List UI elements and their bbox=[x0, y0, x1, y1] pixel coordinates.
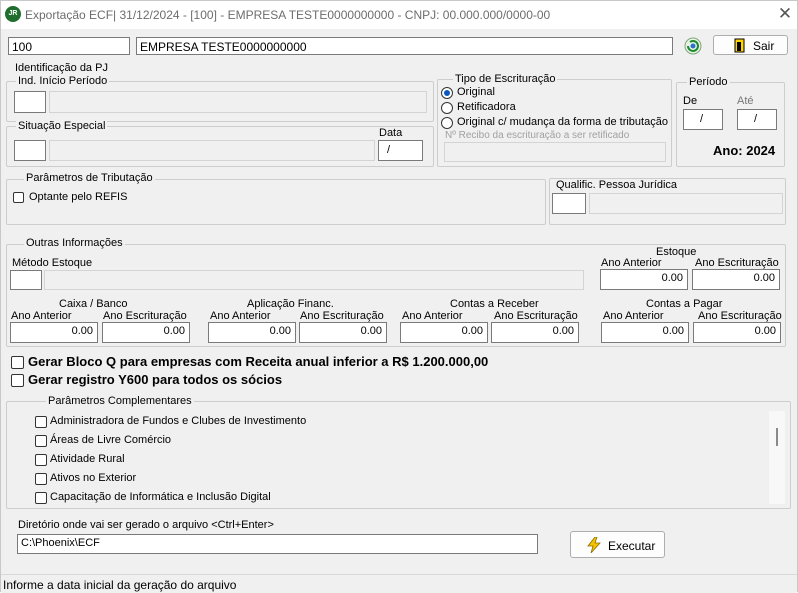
comp-item-label: Capacitação de Informática e Inclusão Di… bbox=[50, 491, 271, 503]
aplicacao-ano-escrituracao-label: Ano Escrituração bbox=[300, 310, 384, 322]
refis-checkbox[interactable] bbox=[13, 192, 24, 203]
aplicacao-ano-anterior-field[interactable]: 0.00 bbox=[208, 322, 296, 343]
radio-retificadora-label: Retificadora bbox=[457, 101, 516, 113]
pagar-ano-escrituracao-field[interactable]: 0.00 bbox=[693, 322, 781, 343]
diretorio-label: Diretório onde vai ser gerado o arquivo … bbox=[18, 519, 274, 531]
comp-item-label: Atividade Rural bbox=[50, 453, 125, 465]
comp-item-label: Ativos no Exterior bbox=[50, 472, 137, 484]
app-logo-icon: JR bbox=[5, 6, 21, 22]
radio-mudanca-tributacao[interactable] bbox=[441, 117, 453, 129]
radio-mudanca-tributacao-label: Original c/ mudança da forma de tributaç… bbox=[457, 116, 668, 128]
comp-item-checkbox[interactable] bbox=[35, 454, 47, 466]
y600-checkbox[interactable] bbox=[11, 374, 24, 387]
radio-original[interactable] bbox=[441, 87, 453, 99]
situacao-data-field[interactable]: / bbox=[378, 140, 423, 161]
caixa-ano-anterior-field[interactable]: 0.00 bbox=[10, 322, 98, 343]
pagar-ano-anterior-field[interactable]: 0.00 bbox=[601, 322, 689, 343]
situacao-data-label: Data bbox=[379, 127, 403, 139]
receber-title: Contas a Receber bbox=[450, 298, 539, 310]
scrollbar-thumb[interactable] bbox=[776, 428, 778, 446]
pagar-ano-anterior-label: Ano Anterior bbox=[603, 310, 664, 322]
status-text: Informe a data inicial da geração do arq… bbox=[3, 578, 237, 592]
estoque-ano-escrituracao-field[interactable]: 0.00 bbox=[692, 269, 780, 290]
comp-item-checkbox[interactable] bbox=[35, 473, 47, 485]
qualific-label: Qualific. Pessoa Jurídica bbox=[556, 179, 678, 191]
pagar-title: Contas a Pagar bbox=[646, 298, 723, 310]
aplicacao-title: Aplicação Financ. bbox=[247, 298, 334, 310]
executar-button[interactable]: Executar bbox=[570, 531, 665, 558]
complementares-scrollbar[interactable] bbox=[769, 411, 785, 504]
company-name-field[interactable]: EMPRESA TESTE0000000000 bbox=[136, 37, 673, 55]
situacao-especial-legend: Situação Especial bbox=[16, 120, 108, 132]
comp-item-checkbox[interactable] bbox=[35, 492, 47, 504]
diretorio-field[interactable]: C:\Phoenix\ECF bbox=[17, 534, 538, 554]
complementares-legend: Parâmetros Complementares bbox=[46, 395, 194, 407]
periodo-ate-label: Até bbox=[737, 95, 754, 107]
comp-item-checkbox[interactable] bbox=[35, 416, 47, 428]
comp-item-label: Administradora de Fundos e Clubes de Inv… bbox=[50, 415, 307, 427]
caixa-ano-escrituracao-field[interactable]: 0.00 bbox=[102, 322, 190, 343]
qualific-code[interactable] bbox=[552, 193, 586, 214]
exit-button[interactable]: Sair bbox=[713, 35, 788, 55]
periodo-ano: Ano: 2024 bbox=[713, 143, 776, 158]
bloco-q-label: Gerar Bloco Q para empresas com Receita … bbox=[28, 354, 489, 369]
caixa-ano-escrituracao-label: Ano Escrituração bbox=[103, 310, 187, 322]
aplicacao-ano-escrituracao-field[interactable]: 0.00 bbox=[299, 322, 387, 343]
periodo-legend: Período bbox=[687, 76, 730, 88]
comp-item-label: Áreas de Livre Comércio bbox=[50, 434, 172, 446]
recibo-field[interactable] bbox=[444, 142, 666, 162]
situacao-especial-desc bbox=[49, 140, 375, 161]
periodo-de-field[interactable]: / bbox=[683, 109, 723, 130]
executar-button-label: Executar bbox=[608, 539, 656, 553]
estoque-ano-anterior-label: Ano Anterior bbox=[601, 257, 662, 269]
periodo-de-label: De bbox=[683, 95, 698, 107]
receber-ano-anterior-label: Ano Anterior bbox=[402, 310, 463, 322]
receber-ano-escrituracao-field[interactable]: 0.00 bbox=[491, 322, 579, 343]
metodo-estoque-code[interactable] bbox=[10, 270, 42, 290]
main-window: JR Exportação ECF| 31/12/2024 - [100] - … bbox=[0, 0, 798, 593]
status-bar: Informe a data inicial da geração do arq… bbox=[1, 574, 797, 593]
lightning-icon bbox=[587, 536, 601, 554]
metodo-estoque-desc bbox=[44, 270, 584, 290]
caixa-ano-anterior-label: Ano Anterior bbox=[11, 310, 72, 322]
bloco-q-checkbox[interactable] bbox=[11, 356, 24, 369]
radio-original-label: Original bbox=[457, 86, 495, 98]
periodo-ate-field[interactable]: / bbox=[737, 109, 777, 130]
situacao-especial-code[interactable] bbox=[14, 140, 46, 161]
estoque-ano-anterior-field[interactable]: 0.00 bbox=[600, 269, 688, 290]
receber-ano-anterior-field[interactable]: 0.00 bbox=[400, 322, 488, 343]
comp-item-checkbox[interactable] bbox=[35, 435, 47, 447]
tributacao-legend: Parâmetros de Tributação bbox=[24, 172, 155, 184]
inicio-periodo-code[interactable] bbox=[14, 91, 46, 113]
estoque-ano-escrituracao-label: Ano Escrituração bbox=[695, 257, 779, 269]
outras-legend: Outras Informações bbox=[24, 237, 125, 249]
recibo-placeholder: Nº Recibo da escrituração a ser retifica… bbox=[445, 130, 630, 141]
identificacao-legend: Identificação da PJ bbox=[15, 62, 108, 74]
radio-retificadora[interactable] bbox=[441, 102, 453, 114]
exit-door-icon bbox=[734, 38, 746, 53]
refis-label: Optante pelo REFIS bbox=[29, 191, 128, 203]
caixa-title: Caixa / Banco bbox=[59, 298, 128, 310]
window-title: Exportação ECF| 31/12/2024 - [100] - EMP… bbox=[25, 8, 551, 22]
inicio-periodo-desc bbox=[49, 91, 427, 113]
y600-label: Gerar registro Y600 para todos os sócios bbox=[28, 372, 283, 387]
exit-button-label: Sair bbox=[753, 39, 775, 53]
metodo-estoque-label: Método Estoque bbox=[12, 257, 93, 269]
close-icon[interactable]: ✕ bbox=[773, 3, 797, 25]
inicio-periodo-legend: Ind. Início Período bbox=[16, 75, 110, 87]
pagar-ano-escrituracao-label: Ano Escrituração bbox=[698, 310, 782, 322]
qualific-desc bbox=[589, 193, 783, 214]
receber-ano-escrituracao-label: Ano Escrituração bbox=[494, 310, 578, 322]
company-code-field[interactable]: 100 bbox=[8, 37, 130, 55]
aplicacao-ano-anterior-label: Ano Anterior bbox=[210, 310, 271, 322]
tipo-escrituracao-legend: Tipo de Escrituração bbox=[453, 73, 558, 85]
estoque-title: Estoque bbox=[656, 246, 697, 258]
refresh-icon[interactable] bbox=[683, 36, 703, 56]
